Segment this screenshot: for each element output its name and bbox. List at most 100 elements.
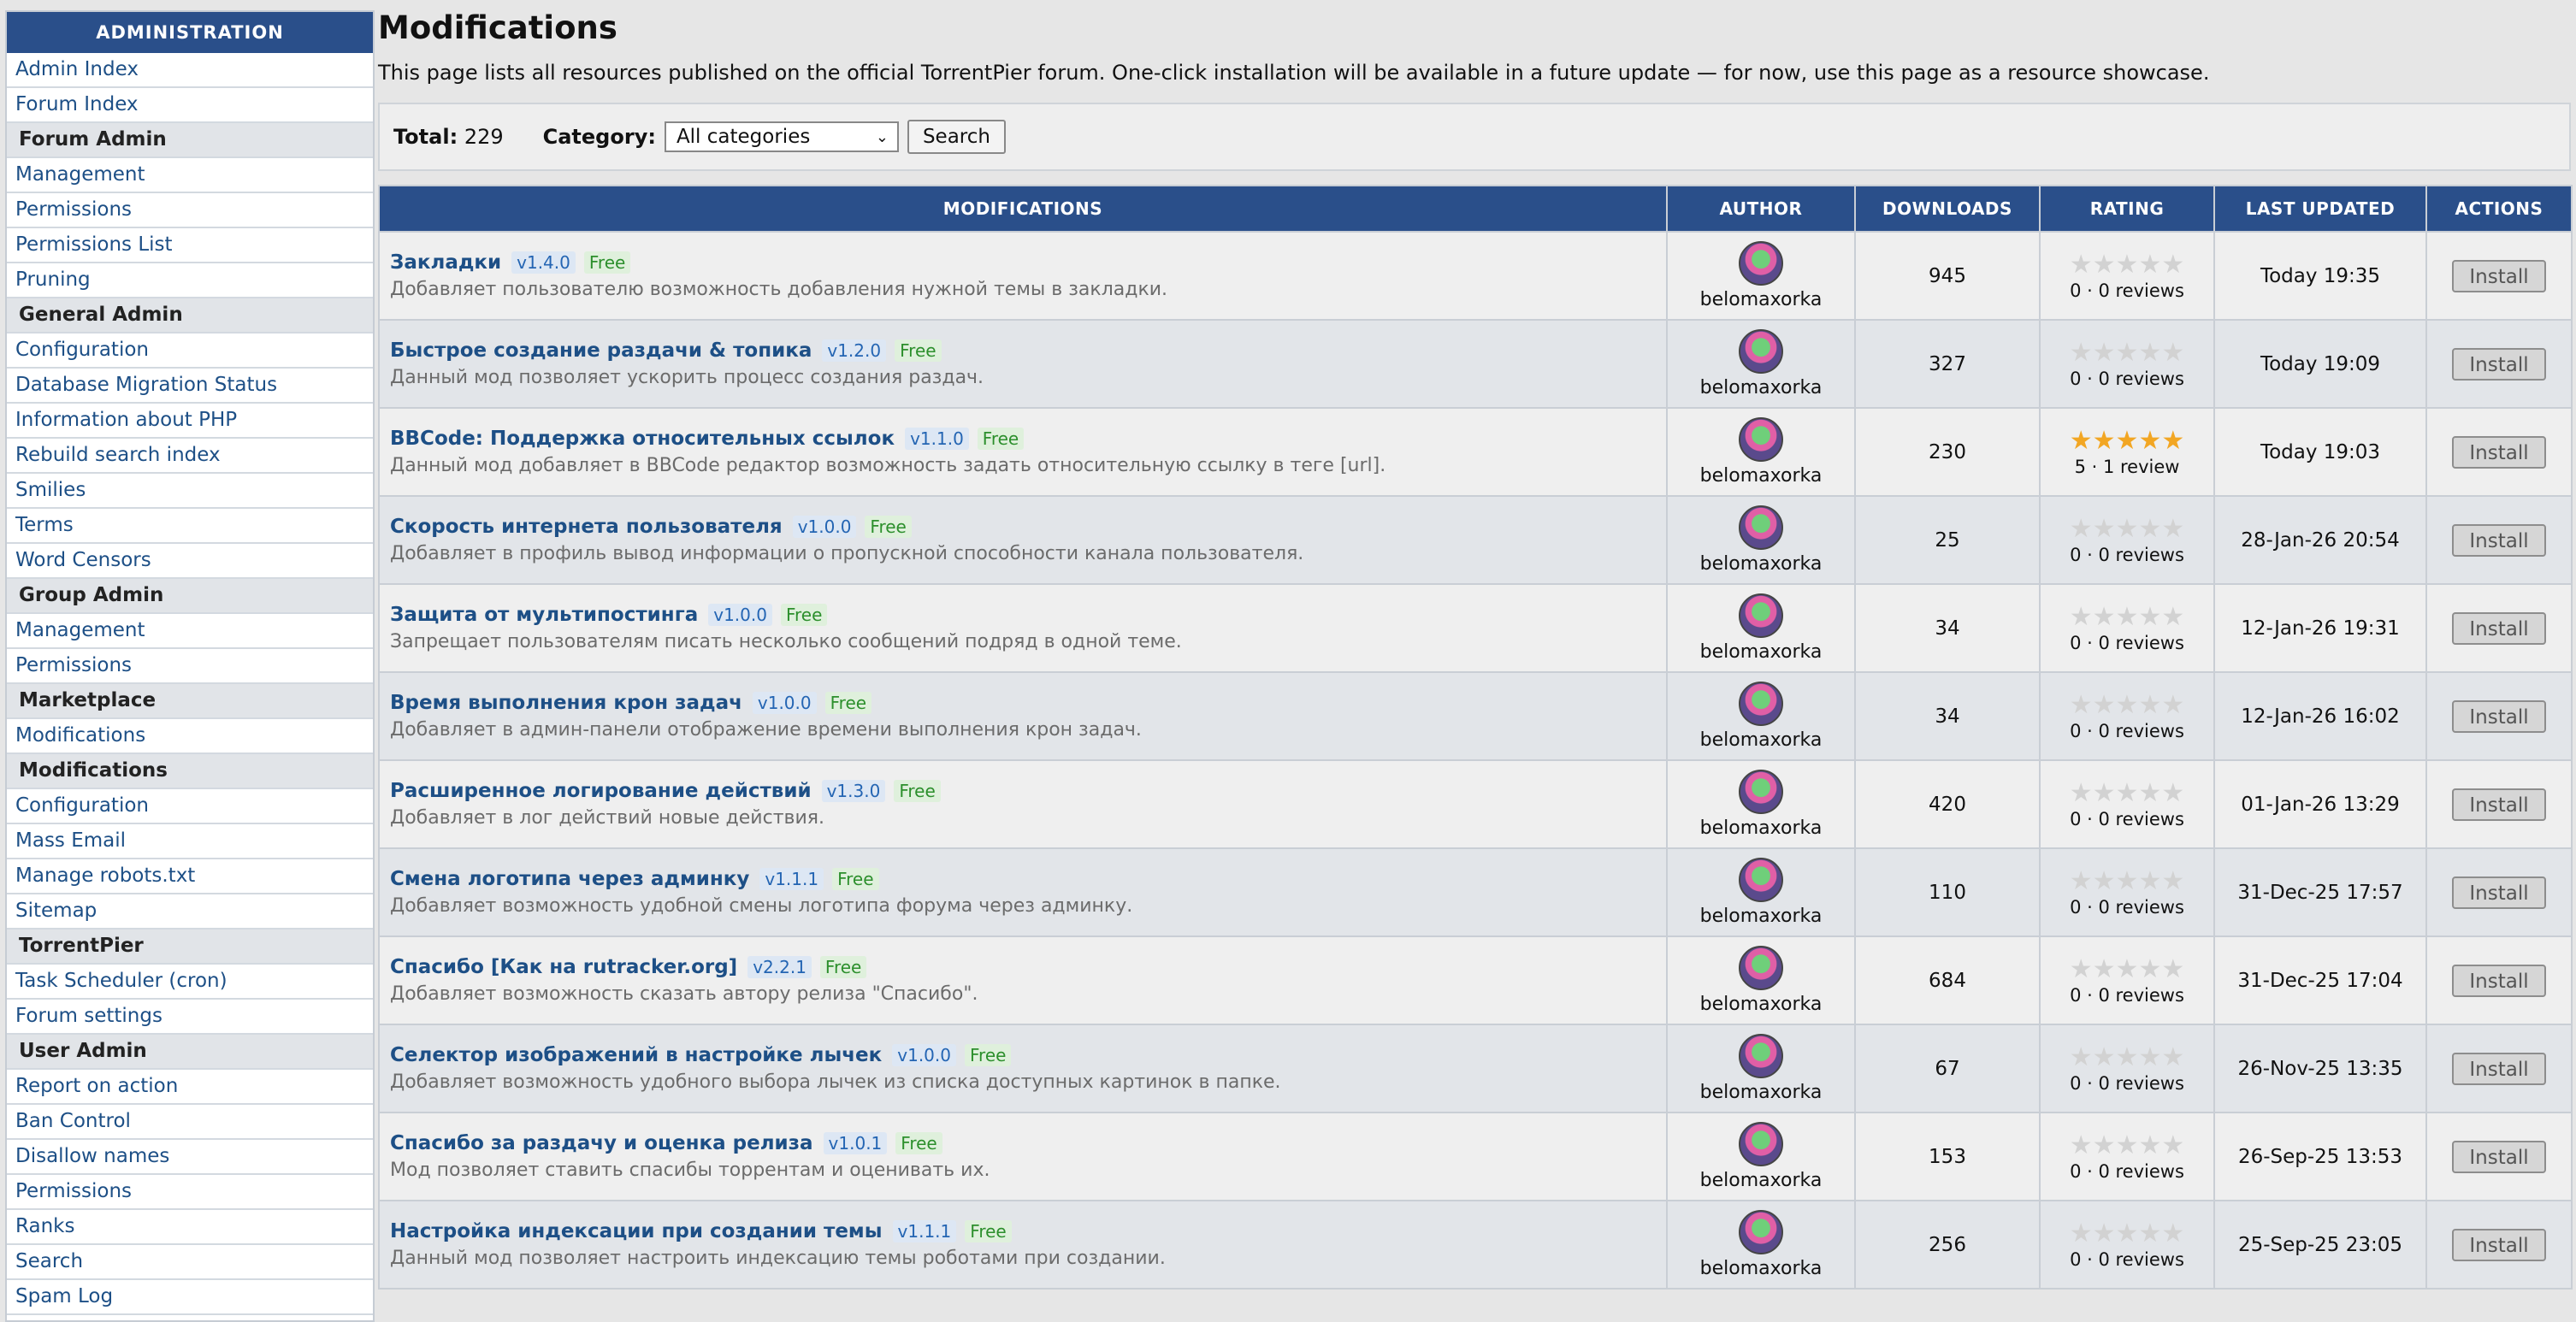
- mod-name-link[interactable]: Настройка индексации при создании темы: [390, 1220, 883, 1242]
- mod-cell: Спасибо [Как на rutracker.org] v2.2.1 Free…: [378, 935, 1668, 1025]
- star-icon: ★: [2092, 777, 2116, 808]
- sidebar-link[interactable]: Pruning: [7, 263, 373, 298]
- rating-cell: ★★★★★ 0 · 0 reviews: [2039, 319, 2215, 409]
- author-cell: belomaxorka: [1666, 407, 1856, 497]
- install-button[interactable]: Install: [2452, 699, 2546, 733]
- col-header-rating[interactable]: RATING: [2039, 185, 2215, 233]
- sidebar-category: Group Admin: [7, 579, 373, 614]
- sidebar-link[interactable]: Mass Email: [7, 824, 373, 859]
- sidebar-link[interactable]: Management: [7, 614, 373, 649]
- install-button[interactable]: Install: [2452, 964, 2546, 997]
- install-button[interactable]: Install: [2452, 876, 2546, 909]
- price-badge: Free: [965, 1220, 1012, 1242]
- mod-name-link[interactable]: Скорость интернета пользователя: [390, 516, 783, 538]
- rating-stars: ★★★★★: [2041, 251, 2213, 279]
- mod-name-link[interactable]: Спасибо [Как на rutracker.org]: [390, 956, 737, 978]
- author-cell: belomaxorka: [1666, 847, 1856, 937]
- sidebar-link[interactable]: Configuration: [7, 789, 373, 824]
- sidebar-link[interactable]: Forum Index: [7, 88, 373, 123]
- mod-description: Добавляет в лог действий новые действия.: [390, 807, 824, 829]
- sidebar-link[interactable]: Permissions: [7, 1175, 373, 1210]
- install-button[interactable]: Install: [2452, 1140, 2546, 1173]
- star-icon: ★: [2161, 425, 2185, 456]
- star-icon: ★: [2069, 1218, 2093, 1248]
- actions-cell: Install: [2425, 1024, 2573, 1113]
- sidebar-link[interactable]: Manage robots.txt: [7, 859, 373, 894]
- install-button[interactable]: Install: [2452, 523, 2546, 557]
- install-button[interactable]: Install: [2452, 788, 2546, 821]
- rating-stars: ★★★★★: [2041, 867, 2213, 895]
- mod-name-link[interactable]: Время выполнения крон задач: [390, 692, 742, 714]
- mod-name-link[interactable]: Расширенное логирование действий: [390, 780, 812, 802]
- sidebar-link[interactable]: Smilies: [7, 474, 373, 509]
- sidebar-link[interactable]: Terms: [7, 509, 373, 544]
- install-button[interactable]: Install: [2452, 347, 2546, 381]
- rating-text: 0 · 0 reviews: [2070, 1072, 2184, 1094]
- sidebar-link[interactable]: Management: [7, 158, 373, 193]
- sidebar-link[interactable]: Rebuild search index: [7, 439, 373, 474]
- sidebar-link[interactable]: Permissions: [7, 649, 373, 684]
- sidebar-link[interactable]: Configuration: [7, 333, 373, 369]
- downloads-count: 684: [1854, 935, 2041, 1025]
- price-badge: Free: [780, 604, 828, 626]
- mod-name-link[interactable]: Защита от мультипостинга: [390, 604, 698, 626]
- avatar: [1739, 593, 1783, 638]
- mod-name-link[interactable]: Закладки: [390, 251, 501, 274]
- col-header-downloads[interactable]: DOWNLOADS: [1854, 185, 2041, 233]
- install-button[interactable]: Install: [2452, 1052, 2546, 1085]
- mod-cell: Смена логотипа через админку v1.1.1 Free До…: [378, 847, 1668, 937]
- sidebar-link[interactable]: Modifications: [7, 719, 373, 754]
- col-header-modifications[interactable]: MODIFICATIONS: [378, 185, 1668, 233]
- sidebar-link[interactable]: Ranks: [7, 1210, 373, 1245]
- install-button[interactable]: Install: [2452, 1228, 2546, 1261]
- sidebar-link[interactable]: Report on action: [7, 1070, 373, 1105]
- author-cell: belomaxorka: [1666, 231, 1856, 321]
- avatar: [1739, 1122, 1783, 1166]
- price-badge: Free: [865, 516, 912, 538]
- sidebar-link[interactable]: Ban Control: [7, 1105, 373, 1140]
- rating-stars: ★★★★★: [2041, 955, 2213, 983]
- sidebar-link[interactable]: Task Scheduler (cron): [7, 965, 373, 1000]
- sidebar-link[interactable]: Sitemap: [7, 894, 373, 930]
- star-icon: ★: [2138, 249, 2162, 280]
- sidebar-link[interactable]: Disallow names: [7, 1140, 373, 1175]
- mod-name-link[interactable]: BBCode: Поддержка относительных ссылок: [390, 428, 895, 450]
- col-header-author[interactable]: AUTHOR: [1666, 185, 1856, 233]
- sidebar-link[interactable]: Admin Index: [7, 53, 373, 88]
- sidebar-link[interactable]: Permissions: [7, 193, 373, 228]
- sidebar-link[interactable]: Word Censors: [7, 544, 373, 579]
- mod-name-link[interactable]: Смена логотипа через админку: [390, 868, 749, 890]
- table-row: Закладки v1.4.0 Free Добавляет пользователю…: [378, 231, 2573, 321]
- install-button[interactable]: Install: [2452, 611, 2546, 645]
- sidebar-category: TorrentPier: [7, 930, 373, 965]
- mod-cell: Быстрое создание раздачи & топика v1.2.0 F…: [378, 319, 1668, 409]
- mod-name-link[interactable]: Спасибо за раздачу и оценка релиза: [390, 1132, 813, 1154]
- version-badge: v1.0.0: [752, 692, 817, 714]
- rating-text: 0 · 0 reviews: [2070, 544, 2184, 565]
- avatar: [1739, 858, 1783, 902]
- mod-name-link[interactable]: Селектор изображений в настройке лычек: [390, 1044, 882, 1066]
- sidebar-link[interactable]: Information about PHP: [7, 404, 373, 439]
- mod-cell: Защита от мультипостинга v1.0.0 Free Запрещ…: [378, 583, 1668, 673]
- star-icon: ★: [2092, 513, 2116, 544]
- sidebar-link[interactable]: Database Migration Status: [7, 369, 373, 404]
- avatar: [1739, 946, 1783, 990]
- category-select[interactable]: All categories ⌄: [664, 121, 899, 152]
- price-badge: Free: [832, 868, 879, 890]
- downloads-count: 34: [1854, 583, 2041, 673]
- col-header-actions: ACTIONS: [2425, 185, 2573, 233]
- search-button[interactable]: Search: [907, 120, 1006, 154]
- install-button[interactable]: Install: [2452, 435, 2546, 469]
- rating-stars: ★★★★★: [2041, 1218, 2213, 1248]
- avatar: [1739, 417, 1783, 462]
- mod-cell: Селектор изображений в настройке лычек v1…: [378, 1024, 1668, 1113]
- author-cell: belomaxorka: [1666, 935, 1856, 1025]
- sidebar-link[interactable]: Forum settings: [7, 1000, 373, 1035]
- col-header-last-updated[interactable]: LAST UPDATED: [2213, 185, 2427, 233]
- sidebar-link[interactable]: Search: [7, 1245, 373, 1280]
- author-cell: belomaxorka: [1666, 1024, 1856, 1113]
- mod-name-link[interactable]: Быстрое создание раздачи & топика: [390, 339, 812, 362]
- install-button[interactable]: Install: [2452, 259, 2546, 292]
- last-updated: 01-Jan-26 13:29: [2213, 759, 2427, 849]
- sidebar-link[interactable]: Permissions List: [7, 228, 373, 263]
